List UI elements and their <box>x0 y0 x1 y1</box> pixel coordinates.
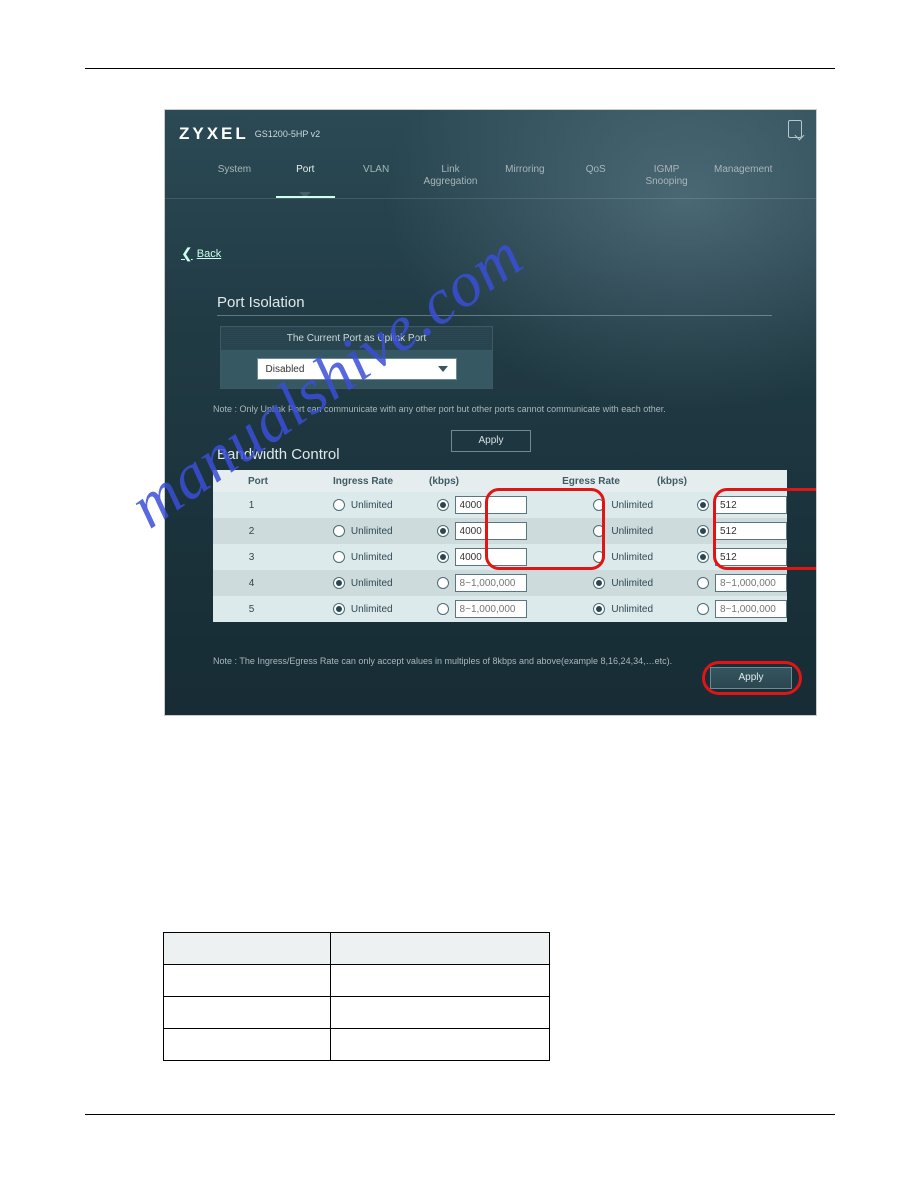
bw-row: 1 Unlimited Unlimited <box>213 492 787 518</box>
router-ui-screenshot: ZYXEL GS1200-5HP v2 System Port VLAN Lin… <box>164 109 817 716</box>
uplink-header: The Current Port as Uplink Port <box>221 327 492 350</box>
col-ingress-unit: (kbps) <box>423 476 503 487</box>
port-number: 1 <box>213 500 290 511</box>
nav-qos[interactable]: QoS <box>566 160 625 198</box>
egress-unlimited-label: Unlimited <box>611 578 654 589</box>
ingress-value-input[interactable] <box>455 600 527 618</box>
nav-igmp-snooping[interactable]: IGMP Snooping <box>637 160 696 198</box>
egress-unlimited-radio[interactable] <box>593 577 605 589</box>
logout-icon[interactable] <box>788 120 802 138</box>
ingress-unlimited-label: Unlimited <box>351 500 394 511</box>
egress-unlimited-radio[interactable] <box>593 551 605 563</box>
uplink-dropdown[interactable]: Disabled <box>257 358 457 380</box>
ingress-unlimited-radio[interactable] <box>333 525 345 537</box>
bw-row: 3 Unlimited Unlimited <box>213 544 787 570</box>
egress-unlimited-label: Unlimited <box>611 604 654 615</box>
ingress-value-radio[interactable] <box>437 525 449 537</box>
col-ingress: Ingress Rate <box>303 476 423 487</box>
egress-value-input[interactable] <box>715 548 787 566</box>
egress-value-radio[interactable] <box>697 551 709 563</box>
port-number: 4 <box>213 578 290 589</box>
egress-unlimited-label: Unlimited <box>611 552 654 563</box>
table-header-1 <box>164 933 331 965</box>
bandwidth-control-title: Bandwidth Control <box>217 446 340 463</box>
ingress-value-input[interactable] <box>455 574 527 592</box>
ingress-unlimited-radio[interactable] <box>333 499 345 511</box>
isolation-note: Note : Only Uplink Port can communicate … <box>213 403 773 415</box>
ingress-value-radio[interactable] <box>437 603 449 615</box>
egress-unlimited-radio[interactable] <box>593 525 605 537</box>
chevron-down-icon <box>438 366 448 372</box>
egress-value-radio[interactable] <box>697 577 709 589</box>
main-nav: System Port VLAN Link Aggregation Mirror… <box>165 150 816 199</box>
ingress-unlimited-radio[interactable] <box>333 551 345 563</box>
table-row <box>164 1029 550 1061</box>
table-header-2 <box>330 933 549 965</box>
nav-port[interactable]: Port <box>276 160 335 198</box>
ingress-unlimited-label: Unlimited <box>351 552 394 563</box>
bw-row: 2 Unlimited Unlimited <box>213 518 787 544</box>
chevron-left-icon: ❮ <box>181 245 193 262</box>
egress-value-radio[interactable] <box>697 499 709 511</box>
header: ZYXEL GS1200-5HP v2 <box>165 110 816 150</box>
brand-logo: ZYXEL <box>179 124 249 144</box>
ingress-value-input[interactable] <box>455 496 527 514</box>
nav-system[interactable]: System <box>205 160 264 198</box>
ingress-value-input[interactable] <box>455 548 527 566</box>
col-port: Port <box>213 476 303 487</box>
egress-unlimited-label: Unlimited <box>611 500 654 511</box>
port-number: 5 <box>213 604 290 615</box>
col-egress-unit: (kbps) <box>651 476 731 487</box>
bandwidth-table: Port Ingress Rate (kbps) Egress Rate (kb… <box>213 470 787 622</box>
ingress-unlimited-radio[interactable] <box>333 577 345 589</box>
back-link[interactable]: ❮ Back <box>181 245 221 262</box>
bandwidth-apply-button[interactable]: Apply <box>710 667 792 689</box>
nav-management[interactable]: Management <box>708 160 776 198</box>
page-bottom-rule <box>85 1114 835 1115</box>
uplink-body: Disabled <box>221 350 492 388</box>
bw-row: 4 Unlimited Unlimited <box>213 570 787 596</box>
ingress-unlimited-label: Unlimited <box>351 526 394 537</box>
port-number: 3 <box>213 552 290 563</box>
ingress-unlimited-label: Unlimited <box>351 604 394 615</box>
port-number: 2 <box>213 526 290 537</box>
egress-value-radio[interactable] <box>697 525 709 537</box>
page-top-rule <box>85 68 835 69</box>
col-egress: Egress Rate <box>531 476 651 487</box>
egress-value-input[interactable] <box>715 496 787 514</box>
nav-mirroring[interactable]: Mirroring <box>495 160 554 198</box>
bw-row: 5 Unlimited Unlimited <box>213 596 787 622</box>
egress-value-input[interactable] <box>715 574 787 592</box>
ingress-value-radio[interactable] <box>437 577 449 589</box>
bw-header-row: Port Ingress Rate (kbps) Egress Rate (kb… <box>213 470 787 492</box>
isolation-apply-button[interactable]: Apply <box>451 430 531 452</box>
empty-spec-table <box>163 932 550 1061</box>
egress-value-input[interactable] <box>715 600 787 618</box>
port-isolation-panel: The Current Port as Uplink Port Disabled <box>220 326 493 389</box>
egress-unlimited-radio[interactable] <box>593 499 605 511</box>
model-label: GS1200-5HP v2 <box>255 129 320 139</box>
ingress-unlimited-radio[interactable] <box>333 603 345 615</box>
egress-unlimited-radio[interactable] <box>593 603 605 615</box>
egress-value-input[interactable] <box>715 522 787 540</box>
ingress-value-input[interactable] <box>455 522 527 540</box>
egress-unlimited-label: Unlimited <box>611 526 654 537</box>
back-label: Back <box>197 248 221 260</box>
table-row <box>164 997 550 1029</box>
nav-vlan[interactable]: VLAN <box>347 160 406 198</box>
ingress-unlimited-label: Unlimited <box>351 578 394 589</box>
port-isolation-title: Port Isolation <box>217 294 772 316</box>
bandwidth-note: Note : The Ingress/Egress Rate can only … <box>213 656 787 666</box>
egress-value-radio[interactable] <box>697 603 709 615</box>
ingress-value-radio[interactable] <box>437 499 449 511</box>
table-row <box>164 965 550 997</box>
dropdown-value: Disabled <box>266 364 305 375</box>
nav-link-aggregation[interactable]: Link Aggregation <box>418 160 484 198</box>
ingress-value-radio[interactable] <box>437 551 449 563</box>
